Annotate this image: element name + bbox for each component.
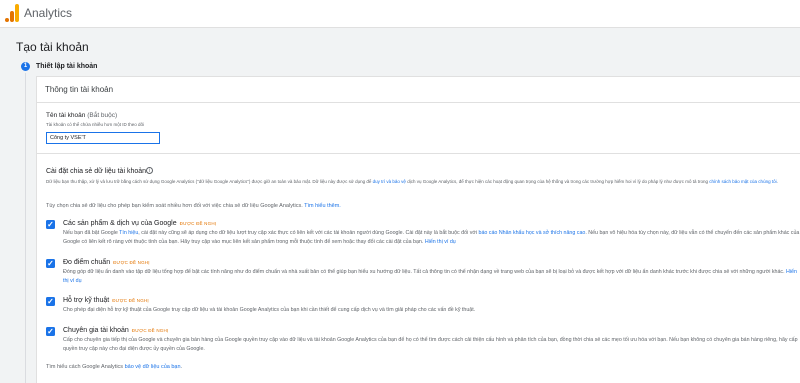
google-products-option-label: Các sản phẩm & dịch vụ của Google xyxy=(63,220,177,227)
recommended-badge: ĐƯỢC ĐỀ NGHỊ xyxy=(113,260,150,265)
account-specialist-option-description: Cấp cho chuyên gia tiếp thị của Google v… xyxy=(63,336,800,353)
benchmarking-option-title: Đo điểm chuẩn ĐƯỢC ĐỀ NGHỊ xyxy=(63,259,150,266)
technical-support-option-description: Cho phép đại diện hỗ trợ kỹ thuật của Go… xyxy=(63,306,800,315)
privacy-policy-link[interactable]: chính sách bảo mật của chúng tôi xyxy=(709,179,776,184)
data-sharing-description: Dữ liệu bạn thu thập, xử lý và lưu trữ b… xyxy=(46,178,800,185)
learn-more-link[interactable]: Tìm hiểu thêm. xyxy=(304,203,341,209)
data-protection-note-end: . xyxy=(180,364,183,370)
page-title: Tạo tài khoản xyxy=(16,40,89,54)
section-divider xyxy=(37,153,800,154)
card-header: Thông tin tài khoản xyxy=(37,77,800,103)
step-label: Thiết lập tài khoản xyxy=(36,63,98,70)
recommended-badge: ĐƯỢC ĐỀ NGHỊ xyxy=(179,221,217,226)
account-name-required-note: (Bắt buộc) xyxy=(87,112,118,119)
account-specialist-option-title: Chuyên gia tài khoản ĐƯỢC ĐỀ NGHỊ xyxy=(63,327,168,334)
option-description-text: Đóng góp dữ liệu ẩn danh vào tập dữ liệu… xyxy=(63,269,787,275)
benchmarking-option-description: Đóng góp dữ liệu ẩn danh vào tập dữ liệu… xyxy=(63,268,800,285)
technical-support-option-title: Hỗ trợ kỹ thuật ĐƯỢC ĐỀ NGHỊ xyxy=(63,297,149,304)
maintain-protect-link[interactable]: duy trì và bảo vệ xyxy=(373,179,406,184)
option-description-text-2: , cài đặt này cũng sẽ áp dụng cho dữ liệ… xyxy=(138,230,479,236)
data-sharing-title: Cài đặt chia sẻ dữ liệu tài khoản xyxy=(46,168,147,175)
option-description-text: Cấp cho chuyên gia tiếp thị của Google v… xyxy=(63,337,798,352)
account-name-help-text: Tài khoản có thể chứa nhiều hơn một ID t… xyxy=(46,122,145,127)
google-products-option-title: Các sản phẩm & dịch vụ của Google ĐƯỢC ĐỀ… xyxy=(63,220,216,227)
account-setup-card: Thông tin tài khoản Tên tài khoản (Bắt b… xyxy=(36,76,800,383)
data-protection-note: Tìm hiểu cách Google Analytics bảo vệ dữ… xyxy=(46,364,182,370)
data-protection-link[interactable]: bảo vệ dữ liệu của bạn xyxy=(125,364,181,370)
google-products-checkbox[interactable]: ✓ xyxy=(46,220,55,229)
option-description-text: Cho phép đại diện hỗ trợ kỹ thuật của Go… xyxy=(63,307,476,313)
account-name-label-text: Tên tài khoản xyxy=(46,112,86,119)
data-protection-note-text: Tìm hiểu cách Google Analytics xyxy=(46,364,125,370)
signals-link[interactable]: Tín hiệu xyxy=(119,230,138,236)
step-number-badge: 1 xyxy=(21,62,30,71)
account-name-label: Tên tài khoản (Bắt buộc) xyxy=(46,112,117,119)
analytics-logo-icon[interactable] xyxy=(5,4,19,22)
benchmarking-checkbox[interactable]: ✓ xyxy=(46,259,55,268)
card-header-title: Thông tin tài khoản xyxy=(45,85,114,94)
benchmarking-option-label: Đo điểm chuẩn xyxy=(63,259,111,266)
page-content: Tạo tài khoản 1 Thiết lập tài khoản Thôn… xyxy=(0,28,800,383)
sharing-options-intro: Tùy chọn chia sẻ dữ liệu cho phép bạn ki… xyxy=(46,203,341,209)
account-name-input[interactable] xyxy=(46,132,160,144)
data-sharing-description-text: Dữ liệu bạn thu thập, xử lý và lưu trữ b… xyxy=(46,179,373,184)
data-sharing-description-end: . xyxy=(776,179,778,184)
top-app-bar: Analytics xyxy=(0,0,800,28)
technical-support-option-label: Hỗ trợ kỹ thuật xyxy=(63,297,110,304)
recommended-badge: ĐƯỢC ĐỀ NGHỊ xyxy=(112,298,149,303)
data-sharing-description-text-2: dịch vụ Google Analytics, để thực hiện c… xyxy=(405,179,710,184)
demographics-report-link[interactable]: báo cáo Nhân khẩu học và sở thích nâng c… xyxy=(479,230,586,236)
info-icon[interactable]: i xyxy=(146,167,153,174)
account-specialist-option-label: Chuyên gia tài khoản xyxy=(63,327,129,334)
app-title: Analytics xyxy=(24,6,73,20)
account-specialist-checkbox[interactable]: ✓ xyxy=(46,327,55,336)
technical-support-checkbox[interactable]: ✓ xyxy=(46,297,55,306)
option-description-text: Nếu bạn đã bật Google xyxy=(63,230,120,236)
sharing-options-intro-text: Tùy chọn chia sẻ dữ liệu cho phép bạn ki… xyxy=(46,203,305,209)
recommended-badge: ĐƯỢC ĐỀ NGHỊ xyxy=(131,328,169,333)
show-example-link[interactable]: Hiển thị ví dụ xyxy=(425,239,456,245)
step-connector-line xyxy=(25,73,26,383)
google-products-option-description: Nếu bạn đã bật Google Tín hiệu, cài đặt … xyxy=(63,229,800,246)
